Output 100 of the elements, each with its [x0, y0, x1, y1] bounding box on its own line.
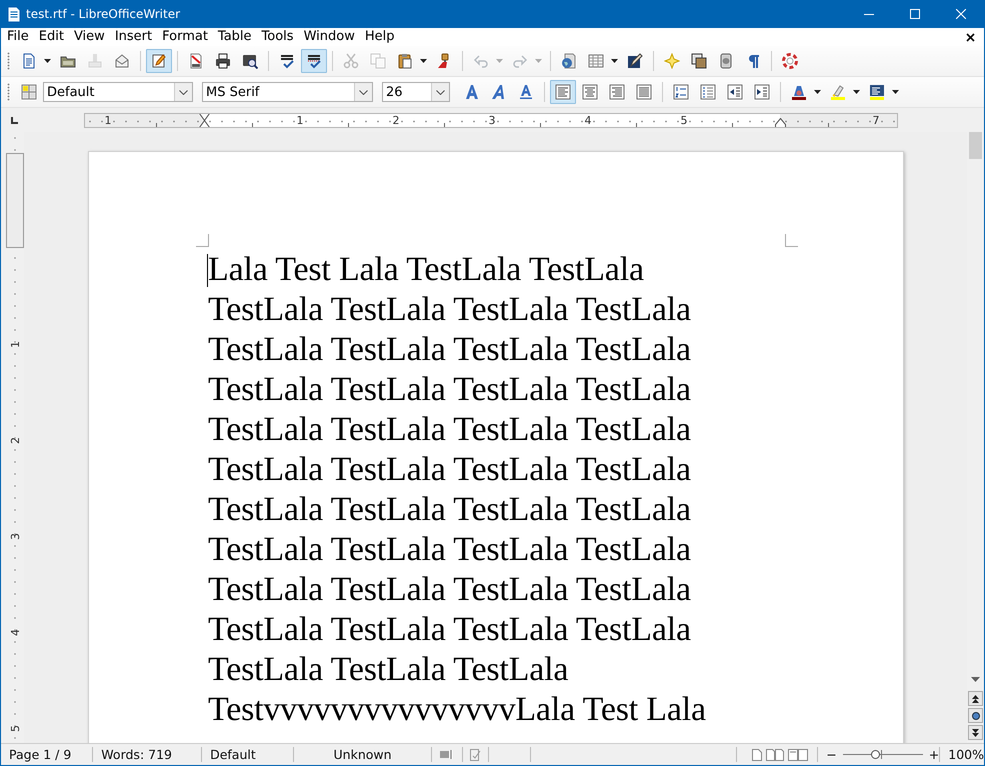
font-name-field[interactable]: MS Serif: [202, 82, 373, 102]
menu-item[interactable]: Insert: [110, 28, 158, 46]
styles-icon: [21, 84, 37, 100]
document-text-line: TestLala TestLala TestLala TestLala: [208, 570, 691, 610]
scissors-icon: [343, 53, 359, 69]
next-page-button[interactable]: [968, 725, 983, 740]
align-center-icon: [582, 84, 598, 100]
numbered-list-icon: [673, 84, 689, 100]
edit-mode-button[interactable]: [146, 49, 172, 73]
document-text-line: TestLala TestLala TestLala: [208, 650, 568, 690]
chevron-down-icon: [359, 90, 368, 94]
copy-icon: [370, 53, 386, 69]
close-document-icon[interactable]: [966, 32, 975, 42]
star-icon: [664, 53, 680, 69]
font-color-icon: [791, 84, 807, 100]
globe-document-icon: [561, 53, 577, 69]
pen-icon: [627, 53, 643, 69]
tab-stop-icon[interactable]: [11, 116, 18, 124]
document-page[interactable]: [88, 151, 904, 743]
ruler-number: 1: [104, 114, 112, 126]
multi-page-view-icon[interactable]: [766, 748, 784, 760]
italic-a-icon: [491, 84, 507, 100]
text-cursor: [207, 254, 208, 287]
document-text-line: TestLala TestLala TestLala TestLala: [208, 610, 691, 650]
underlined-a-icon: [518, 84, 534, 100]
navigation-button[interactable]: [968, 708, 983, 723]
spellcheck-icon: [279, 53, 295, 69]
document-text-line: TestLala TestLala TestLala TestLala: [208, 490, 691, 530]
ruler-number: 1: [296, 114, 304, 126]
ruler-number: 3: [8, 532, 22, 540]
scroll-down-arrow-icon[interactable]: [971, 677, 980, 682]
decrease-indent-icon: [727, 84, 743, 100]
single-page-view-icon[interactable]: [752, 748, 762, 760]
indent-marker-icon[interactable]: [198, 114, 210, 126]
previous-page-button[interactable]: [968, 691, 983, 706]
justify-icon: [636, 84, 652, 100]
bold-a-icon: [464, 84, 480, 100]
clipboard-icon: [397, 53, 413, 69]
menu-item[interactable]: File: [2, 28, 34, 46]
paragraph-background-icon: [869, 84, 885, 100]
menu-item[interactable]: Window: [298, 28, 360, 46]
document-text-line: Lala Test Lala TestLala TestLala: [208, 250, 644, 290]
envelope-icon: [114, 53, 130, 69]
caret-icon: [496, 59, 503, 63]
font-size-field[interactable]: 26: [382, 82, 450, 102]
ruler-number: 5: [8, 724, 22, 732]
insert-mode-icon: [440, 750, 454, 759]
ruler-number: 4: [8, 628, 22, 636]
printer-icon: [87, 53, 103, 69]
menu-item[interactable]: Table: [212, 28, 257, 46]
double-up-arrow-icon: [972, 694, 979, 702]
margin-corner-mark: [785, 234, 798, 247]
right-indent-marker-icon[interactable]: [774, 118, 786, 126]
table-icon: [588, 53, 604, 69]
zoom-in-button[interactable]: +: [928, 747, 940, 762]
menu-item[interactable]: Format: [157, 28, 213, 46]
auto-spellcheck-button[interactable]: [301, 49, 327, 73]
document-text-line: TestLala TestLala TestLala TestLala: [208, 290, 691, 330]
caret-icon: [853, 90, 860, 94]
caret-icon: [892, 90, 899, 94]
book-view-icon[interactable]: [788, 748, 808, 760]
pdf-icon: [188, 53, 204, 69]
zoom-slider-thumb[interactable]: [870, 750, 880, 759]
pencil-icon: [151, 53, 167, 69]
highlighter-icon: [830, 84, 846, 100]
window-title: test.rtf - LibreOfficeWriter: [26, 7, 182, 21]
caret-icon: [814, 90, 821, 94]
word-count: Words: 719: [101, 747, 172, 762]
align-left-button[interactable]: [550, 80, 576, 104]
page-style: Default: [210, 747, 256, 762]
caret-icon: [535, 59, 542, 63]
document-text-line: TestLala TestLala TestLala TestLala: [208, 330, 691, 370]
caret-icon: [611, 59, 618, 63]
maximize-icon: [910, 9, 920, 19]
document-icon: [8, 6, 20, 22]
print-preview-icon: [242, 53, 258, 69]
language: Unknown: [334, 747, 392, 762]
caret-icon: [44, 59, 51, 63]
ruler-number: 4: [584, 114, 592, 126]
document-text-line: TestLala TestLala TestLala TestLala: [208, 530, 691, 570]
margin-corner-mark: [196, 234, 209, 247]
document-text-line: TestLala TestLala TestLala TestLala: [208, 410, 691, 450]
menu-item[interactable]: Help: [360, 28, 400, 46]
menu-item[interactable]: Edit: [34, 28, 69, 46]
zoom-out-button[interactable]: −: [826, 747, 837, 762]
ruler-number: 1: [8, 340, 22, 348]
document-check-icon: [470, 748, 481, 760]
scrollbar-thumb[interactable]: [969, 132, 982, 159]
zoom-percent[interactable]: 100%: [948, 747, 984, 762]
page-count: Page 1 / 9: [9, 747, 72, 762]
bulleted-list-icon: [700, 84, 716, 100]
menu-item[interactable]: View: [68, 28, 110, 46]
database-icon: [718, 53, 734, 69]
document-icon: [21, 53, 37, 69]
redo-icon: [512, 53, 528, 69]
printer-icon: [215, 53, 231, 69]
paragraph-style-field[interactable]: Default: [43, 82, 193, 102]
ruler-number: 7: [872, 114, 880, 126]
menu-item[interactable]: Tools: [256, 28, 299, 46]
chevron-down-icon: [179, 90, 188, 94]
